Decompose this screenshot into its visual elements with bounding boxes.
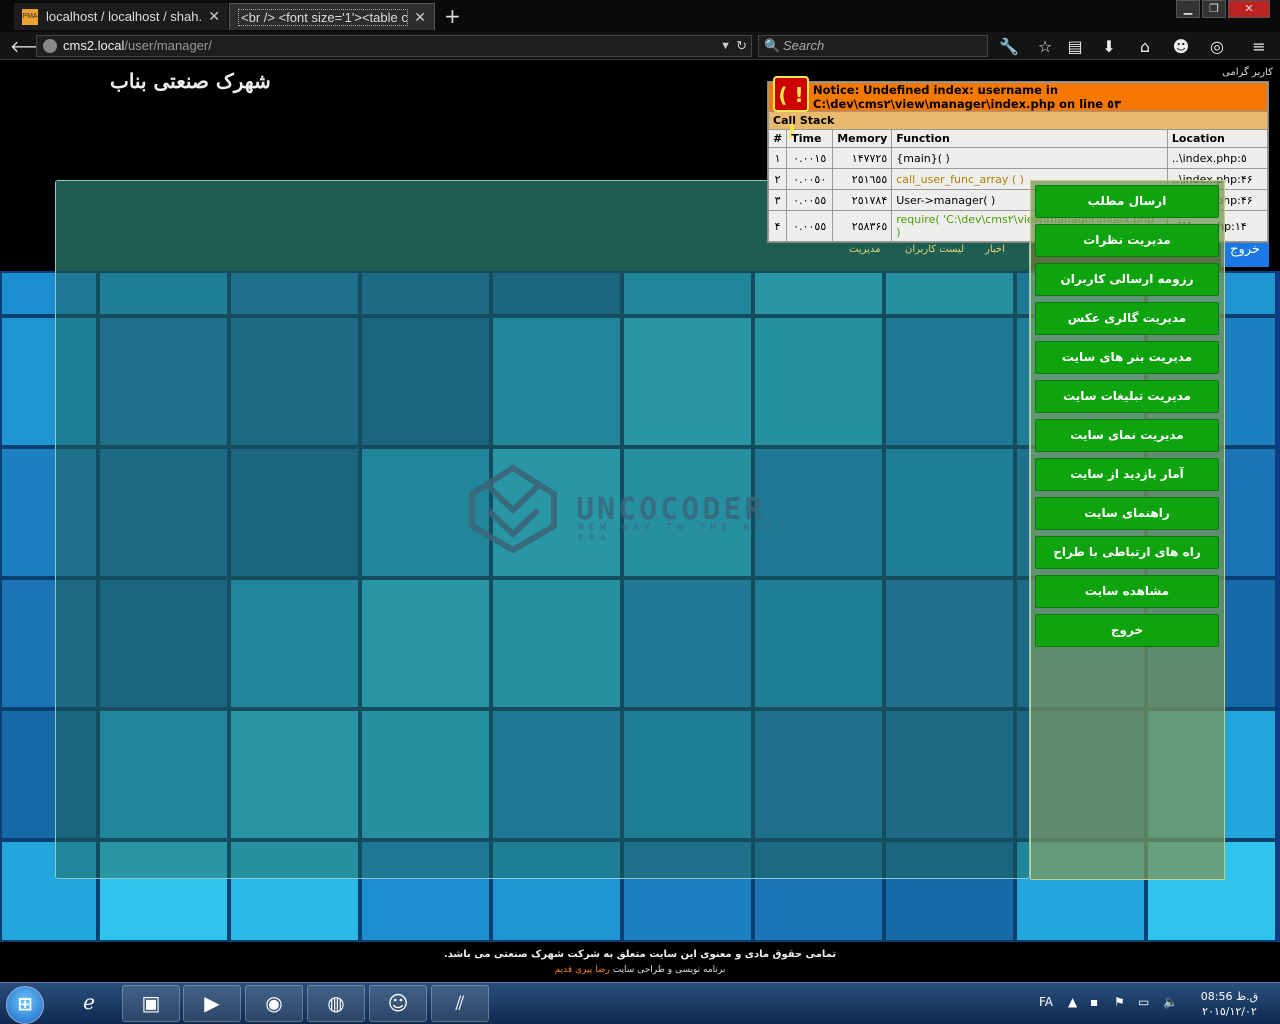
new-tab-icon[interactable]: + bbox=[444, 4, 461, 28]
tray-clock[interactable]: ق.ظ 08:56 ٢٠١٥/١٢/٠٢ bbox=[1192, 989, 1267, 1019]
top-menu-news[interactable]: اخبار bbox=[985, 244, 1005, 255]
sidebar-item-comments[interactable]: مدیریت نظرات bbox=[1035, 224, 1219, 257]
browser-nav-bar: 🡐 cms2.local/user/manager/ ▼ ↻ 🔍 Search … bbox=[0, 32, 1280, 60]
messenger-icon[interactable]: ☺ bbox=[369, 985, 427, 1022]
row-memory: ٢٥١٦٥٥ bbox=[832, 168, 893, 190]
minimize-button[interactable]: ▁ bbox=[1176, 0, 1200, 18]
page-footer: تمامی حقوق مادی و معنوی این سایت متعلق ب… bbox=[0, 942, 1280, 982]
home-icon[interactable]: ⌂ bbox=[1134, 37, 1156, 56]
tray-expand-icon[interactable]: ▲ bbox=[1068, 995, 1077, 1009]
wrench-icon[interactable]: 🔧 bbox=[998, 37, 1020, 56]
col-time: Time bbox=[786, 129, 834, 148]
credit-line: برنامه نویسی و طراحی سایت رضا پیری قدیم bbox=[0, 965, 1280, 975]
row-time: ٠.٠٠٥٥ bbox=[786, 210, 834, 242]
row-memory: ٢٥٨٣۶٥ bbox=[832, 210, 893, 242]
top-menu-manage[interactable]: مدیریت bbox=[849, 244, 881, 255]
close-window-button[interactable]: ✕ bbox=[1228, 0, 1270, 18]
volume-icon[interactable]: 🔈 bbox=[1163, 995, 1178, 1009]
sidebar-item-gallery[interactable]: مدیریت گالری عکس bbox=[1035, 302, 1219, 335]
call-stack-label: Call Stack bbox=[768, 111, 1268, 130]
sidebar-item-send-post[interactable]: ارسال مطلب bbox=[1035, 185, 1219, 218]
credit-prefix: برنامه نویسی و طراحی سایت bbox=[612, 965, 726, 975]
language-indicator[interactable]: FA bbox=[1039, 995, 1053, 1009]
dropdown-arrow-icon[interactable]: ▼ bbox=[720, 36, 731, 56]
tray-app-icon[interactable]: ▪ bbox=[1090, 995, 1098, 1009]
url-host: cms2.local bbox=[63, 38, 125, 53]
row-num: ۴ bbox=[767, 210, 788, 242]
browser-tab-bar: PMA localhost / localhost / shah... ✕ <b… bbox=[0, 0, 1280, 32]
sidebar-item-stats[interactable]: آمار بازدید از سایت bbox=[1035, 458, 1219, 491]
address-bar[interactable]: cms2.local/user/manager/ ▼ ↻ bbox=[36, 35, 752, 57]
sidebar-item-resumes[interactable]: رزومه ارسالی کاربران bbox=[1035, 263, 1219, 296]
firefox-icon[interactable]: ◍ bbox=[307, 985, 365, 1022]
row-function: {main}( ) bbox=[891, 147, 1168, 169]
tab-close-icon[interactable]: ✕ bbox=[414, 9, 426, 26]
bookmark-star-icon[interactable]: ☆ bbox=[1034, 37, 1056, 56]
dear-user-label: کاربر گرامی bbox=[1222, 67, 1273, 78]
start-button[interactable]: ⊞ bbox=[6, 986, 44, 1024]
site-title: شهرک صنعتی بناب bbox=[110, 69, 271, 93]
tab-current[interactable]: <br /> <font size='1'><table cl... ✕ bbox=[229, 3, 435, 30]
tab-close-icon[interactable]: ✕ bbox=[208, 8, 220, 25]
row-time: ٠.٠٠٥٥ bbox=[786, 189, 834, 211]
search-input[interactable]: 🔍 Search bbox=[758, 35, 988, 57]
sidebar-item-view-site[interactable]: مشاهده سایت bbox=[1035, 575, 1219, 608]
error-icon: ( ! ) bbox=[773, 76, 809, 141]
search-placeholder: Search bbox=[783, 38, 825, 53]
flag-icon[interactable]: ⚑ bbox=[1114, 995, 1125, 1009]
ie-icon[interactable]: ℯ bbox=[60, 985, 118, 1022]
smiley-icon[interactable]: ☻ bbox=[1170, 37, 1192, 56]
media-player-icon[interactable]: ▶ bbox=[183, 985, 241, 1022]
col-location: Location bbox=[1166, 129, 1269, 148]
sidebar-item-ads[interactable]: مدیریت تبلیغات سایت bbox=[1035, 380, 1219, 413]
reload-icon[interactable]: ↻ bbox=[736, 36, 747, 56]
watermark-tagline: NEW WAY TO THE NEXT ERA bbox=[578, 522, 788, 544]
web-icon[interactable]: ◎ bbox=[1206, 37, 1228, 56]
explorer-icon[interactable]: ▣ bbox=[122, 985, 180, 1022]
sidebar-item-logout[interactable]: خروج bbox=[1035, 614, 1219, 647]
row-num: ٢ bbox=[767, 168, 788, 190]
sidebar-item-theme[interactable]: مدیریت نمای سایت bbox=[1035, 419, 1219, 452]
row-location: ..\index.php:٥ bbox=[1166, 147, 1269, 169]
clock-date: ٢٠١٥/١٢/٠٢ bbox=[1202, 1005, 1257, 1018]
sidebar-item-contact-designer[interactable]: راه های ارتباطی با طراح سایت bbox=[1035, 536, 1219, 590]
download-icon[interactable]: ⬇ bbox=[1098, 37, 1120, 56]
col-memory: Memory bbox=[832, 129, 893, 148]
menu-icon[interactable]: ≡ bbox=[1248, 37, 1270, 56]
row-memory: ٢٥١٧٨۴ bbox=[832, 189, 893, 211]
copyright-text: تمامی حقوق مادی و معنوی این سایت متعلق ب… bbox=[443, 949, 837, 960]
tab-phpmyadmin[interactable]: PMA localhost / localhost / shah... ✕ bbox=[14, 3, 228, 30]
page-viewport: شهرک صنعتی بناب کاربر گرامی مدیریت لیست … bbox=[0, 61, 1280, 942]
reading-list-icon[interactable]: ▤ bbox=[1064, 37, 1086, 56]
tab-label: localhost / localhost / shah... bbox=[46, 9, 203, 24]
tab-label: <br /> <font size='1'><table cl... bbox=[238, 8, 409, 26]
row-num: ٣ bbox=[767, 189, 788, 211]
row-time: ٠.٠٠٥٠ bbox=[786, 168, 834, 190]
col-num: # bbox=[767, 129, 788, 148]
search-icon: 🔍 bbox=[764, 38, 781, 53]
sidebar-item-banners[interactable]: مدیریت بنر های سایت bbox=[1035, 341, 1219, 374]
table-row: ١ ٠.٠٠١٥ ١۴٧٧٢٥ {main}( ) ..\index.php:٥ bbox=[767, 147, 1269, 169]
windows-taskbar: ⊞ ℯ ▣ ▶ ◉ ◍ ☺ ⫽ FA ▲ ▪ ⚑ ▭ 🔈 ق.ظ 08:56 ٢… bbox=[0, 982, 1280, 1024]
author-link[interactable]: رضا پیری قدیم bbox=[555, 965, 610, 975]
maximize-button[interactable]: ❐ bbox=[1202, 0, 1226, 18]
notice-message: Notice: Undefined index: username in C:\… bbox=[813, 83, 1122, 111]
network-icon[interactable]: ▭ bbox=[1138, 995, 1149, 1009]
app-globe-icon[interactable]: ◉ bbox=[245, 985, 303, 1022]
clock-time: ق.ظ 08:56 bbox=[1200, 990, 1259, 1003]
editor-icon[interactable]: ⫽ bbox=[431, 985, 489, 1022]
uncocoder-watermark: UNCOCODER NEW WAY TO THE NEXT ERA bbox=[466, 464, 816, 554]
col-function: Function bbox=[891, 129, 1168, 148]
row-memory: ١۴٧٧٢٥ bbox=[832, 147, 893, 169]
phpmyadmin-icon: PMA bbox=[22, 8, 38, 25]
row-time: ٠.٠٠١٥ bbox=[786, 147, 834, 169]
sidebar-item-help[interactable]: راهنمای سایت bbox=[1035, 497, 1219, 530]
row-num: ١ bbox=[767, 147, 788, 169]
uncocoder-logo-icon bbox=[469, 464, 557, 554]
url-path: /user/manager/ bbox=[124, 38, 212, 53]
globe-icon bbox=[43, 39, 57, 53]
top-menu-users[interactable]: لیست کاربران bbox=[905, 244, 964, 255]
